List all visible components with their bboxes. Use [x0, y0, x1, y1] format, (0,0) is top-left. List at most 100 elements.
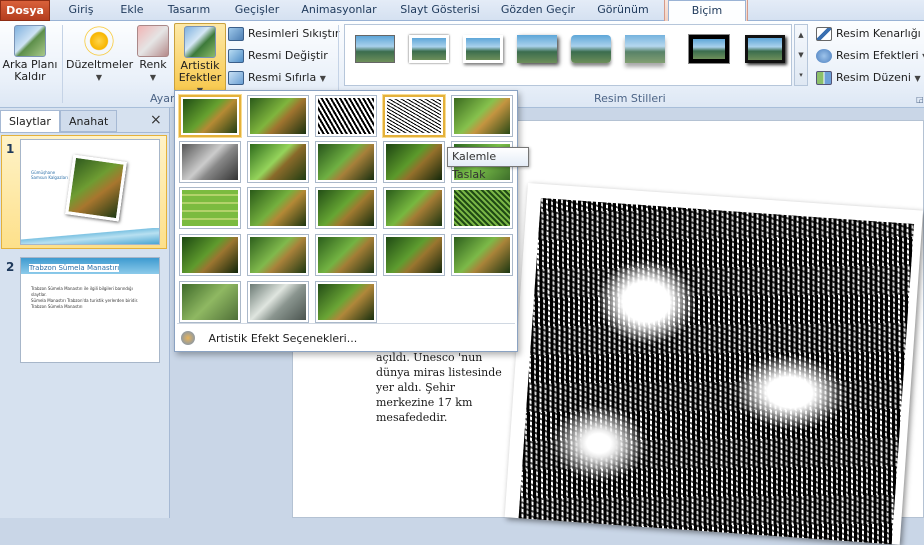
color-picture-icon: [137, 25, 169, 57]
tab-slideshow[interactable]: Slayt Gösterisi: [392, 0, 488, 21]
artistic-effect-option[interactable]: [383, 234, 445, 276]
corrections-button[interactable]: Düzeltmeler ▼: [66, 23, 134, 89]
artistic-effect-option[interactable]: [451, 187, 513, 229]
effect-preview: [386, 190, 442, 226]
change-picture-button[interactable]: Resmi Değiştir: [228, 46, 328, 66]
tab-transitions[interactable]: Geçişler: [226, 0, 288, 21]
effect-preview: [318, 237, 374, 273]
artistic-effect-option[interactable]: [247, 95, 309, 137]
artistic-effects-button[interactable]: Artistik Efektler ▼: [174, 23, 226, 95]
tab-review[interactable]: Gözden Geçir: [496, 0, 580, 21]
tab-insert[interactable]: Ekle: [110, 0, 154, 21]
chevron-down-icon: ▼: [914, 74, 921, 83]
sun-icon: [83, 25, 115, 57]
artistic-effect-option[interactable]: [315, 281, 377, 323]
picture-style-5[interactable]: [566, 29, 616, 71]
picture-styles-group-label: Resim Stilleri: [594, 92, 666, 105]
effect-preview: [250, 144, 306, 180]
artistic-effects-gallery: Artistik Efekt Seçenekleri...: [174, 90, 518, 352]
picture-style-3[interactable]: [458, 29, 508, 71]
effect-preview: [454, 237, 510, 273]
effect-preview: [386, 144, 442, 180]
picture-layout-button[interactable]: Resim Düzeni ▼: [816, 68, 921, 88]
slide2-bullet: Trabzon Sümela Manastırı ile ilgili bilg…: [31, 286, 133, 297]
effects-icon: [816, 49, 832, 63]
more-icon: ▾: [799, 71, 803, 79]
picture-style-4[interactable]: [512, 29, 562, 71]
slide-thumbnail-1[interactable]: Gümüşhane Samsun Kalgazları: [20, 139, 160, 245]
effect-options-icon: [181, 331, 195, 345]
picture-style-7[interactable]: [684, 29, 734, 71]
slide1-picture: [65, 154, 127, 222]
artistic-effect-option[interactable]: [315, 95, 377, 137]
picture-effects-button[interactable]: Resim Efektleri ▼: [816, 46, 924, 66]
close-icon[interactable]: ×: [150, 112, 162, 128]
effect-preview: [182, 237, 238, 273]
corrections-label: Düzeltmeler: [66, 58, 134, 71]
artistic-effect-option[interactable]: [179, 234, 241, 276]
artistic-effect-option[interactable]: [451, 234, 513, 276]
picture-border-button[interactable]: Resim Kenarlığı ▼: [816, 24, 924, 44]
picture-style-8[interactable]: [740, 29, 790, 71]
layout-icon: [816, 71, 832, 85]
tab-file[interactable]: Dosya: [0, 0, 50, 21]
chevron-down-icon: ▼: [319, 74, 326, 83]
reset-picture-label: Resmi Sıfırla: [248, 71, 317, 84]
picture-layout-label: Resim Düzeni: [836, 71, 911, 84]
tooltip: Kalemle Taslak: [447, 147, 529, 181]
tab-format[interactable]: Biçim: [668, 0, 746, 22]
change-picture-label: Resmi Değiştir: [248, 49, 328, 62]
slide2-bullets: Trabzon Sümela Manastırı ile ilgili bilg…: [31, 286, 149, 310]
picture-border-label: Resim Kenarlığı: [836, 27, 921, 40]
tab-slides[interactable]: Slaytlar: [0, 110, 60, 132]
artistic-effect-option[interactable]: [179, 281, 241, 323]
picture-style-1[interactable]: [350, 29, 400, 71]
gallery-scroll[interactable]: ▲ ▼ ▾: [794, 24, 808, 86]
compress-icon: [228, 27, 244, 41]
artistic-effect-option[interactable]: [383, 187, 445, 229]
tab-view[interactable]: Görünüm: [588, 0, 658, 21]
remove-background-label: Arka Planı Kaldır: [2, 58, 58, 83]
artistic-effect-option[interactable]: [247, 234, 309, 276]
tab-animations[interactable]: Animasyonlar: [296, 0, 382, 21]
artistic-effect-option[interactable]: [179, 95, 241, 137]
artistic-effect-option[interactable]: [179, 187, 241, 229]
artistic-effect-option[interactable]: [247, 141, 309, 183]
dialog-launcher-icon[interactable]: ◲: [916, 95, 924, 104]
artistic-effect-option[interactable]: [383, 95, 445, 137]
picture-style-2[interactable]: [404, 29, 454, 71]
effect-preview: [386, 237, 442, 273]
artistic-effects-label: Artistik Efektler: [178, 59, 222, 84]
artistic-effect-option[interactable]: [451, 95, 513, 137]
artistic-effect-options-item[interactable]: Artistik Efekt Seçenekleri...: [181, 331, 511, 349]
chevron-down-icon: ▼: [95, 73, 103, 82]
remove-background-icon: [14, 25, 46, 57]
selected-picture[interactable]: [504, 183, 924, 545]
compress-pictures-button[interactable]: Resimleri Sıkıştır: [228, 24, 339, 44]
artistic-effect-option[interactable]: [179, 141, 241, 183]
slide-thumbnail-2[interactable]: Trabzon Sümela Manastırı Trabzon Sümela …: [20, 257, 160, 363]
artistic-effect-option[interactable]: [247, 281, 309, 323]
slides-pane: Slaytlar Anahat × 1 Gümüşhane Samsun Kal…: [0, 108, 170, 518]
artistic-effect-option[interactable]: [315, 187, 377, 229]
effect-preview: [183, 99, 237, 133]
effect-preview: [182, 284, 238, 320]
remove-background-button[interactable]: Arka Planı Kaldır: [2, 23, 58, 89]
tab-outline[interactable]: Anahat: [60, 110, 118, 132]
effect-preview: [454, 98, 510, 134]
picture-style-6[interactable]: [620, 29, 670, 71]
slide1-title: Gümüşhane Samsun Kalgazları: [31, 170, 68, 180]
artistic-effect-option[interactable]: [383, 141, 445, 183]
color-button[interactable]: Renk ▼: [136, 23, 170, 89]
effect-preview: [318, 284, 374, 320]
artistic-effect-option[interactable]: [315, 234, 377, 276]
pencil-icon: [816, 27, 832, 41]
slide-body-text[interactable]: açıldı. Unesco 'nun dünya miras listesin…: [376, 350, 506, 425]
tab-home[interactable]: Giriş: [56, 0, 106, 21]
artistic-effect-option[interactable]: [315, 141, 377, 183]
tab-design[interactable]: Tasarım: [160, 0, 218, 21]
effect-preview: [454, 190, 510, 226]
reset-picture-button[interactable]: Resmi Sıfırla ▼: [228, 68, 326, 88]
artistic-effect-option[interactable]: [247, 187, 309, 229]
change-picture-icon: [228, 49, 244, 63]
